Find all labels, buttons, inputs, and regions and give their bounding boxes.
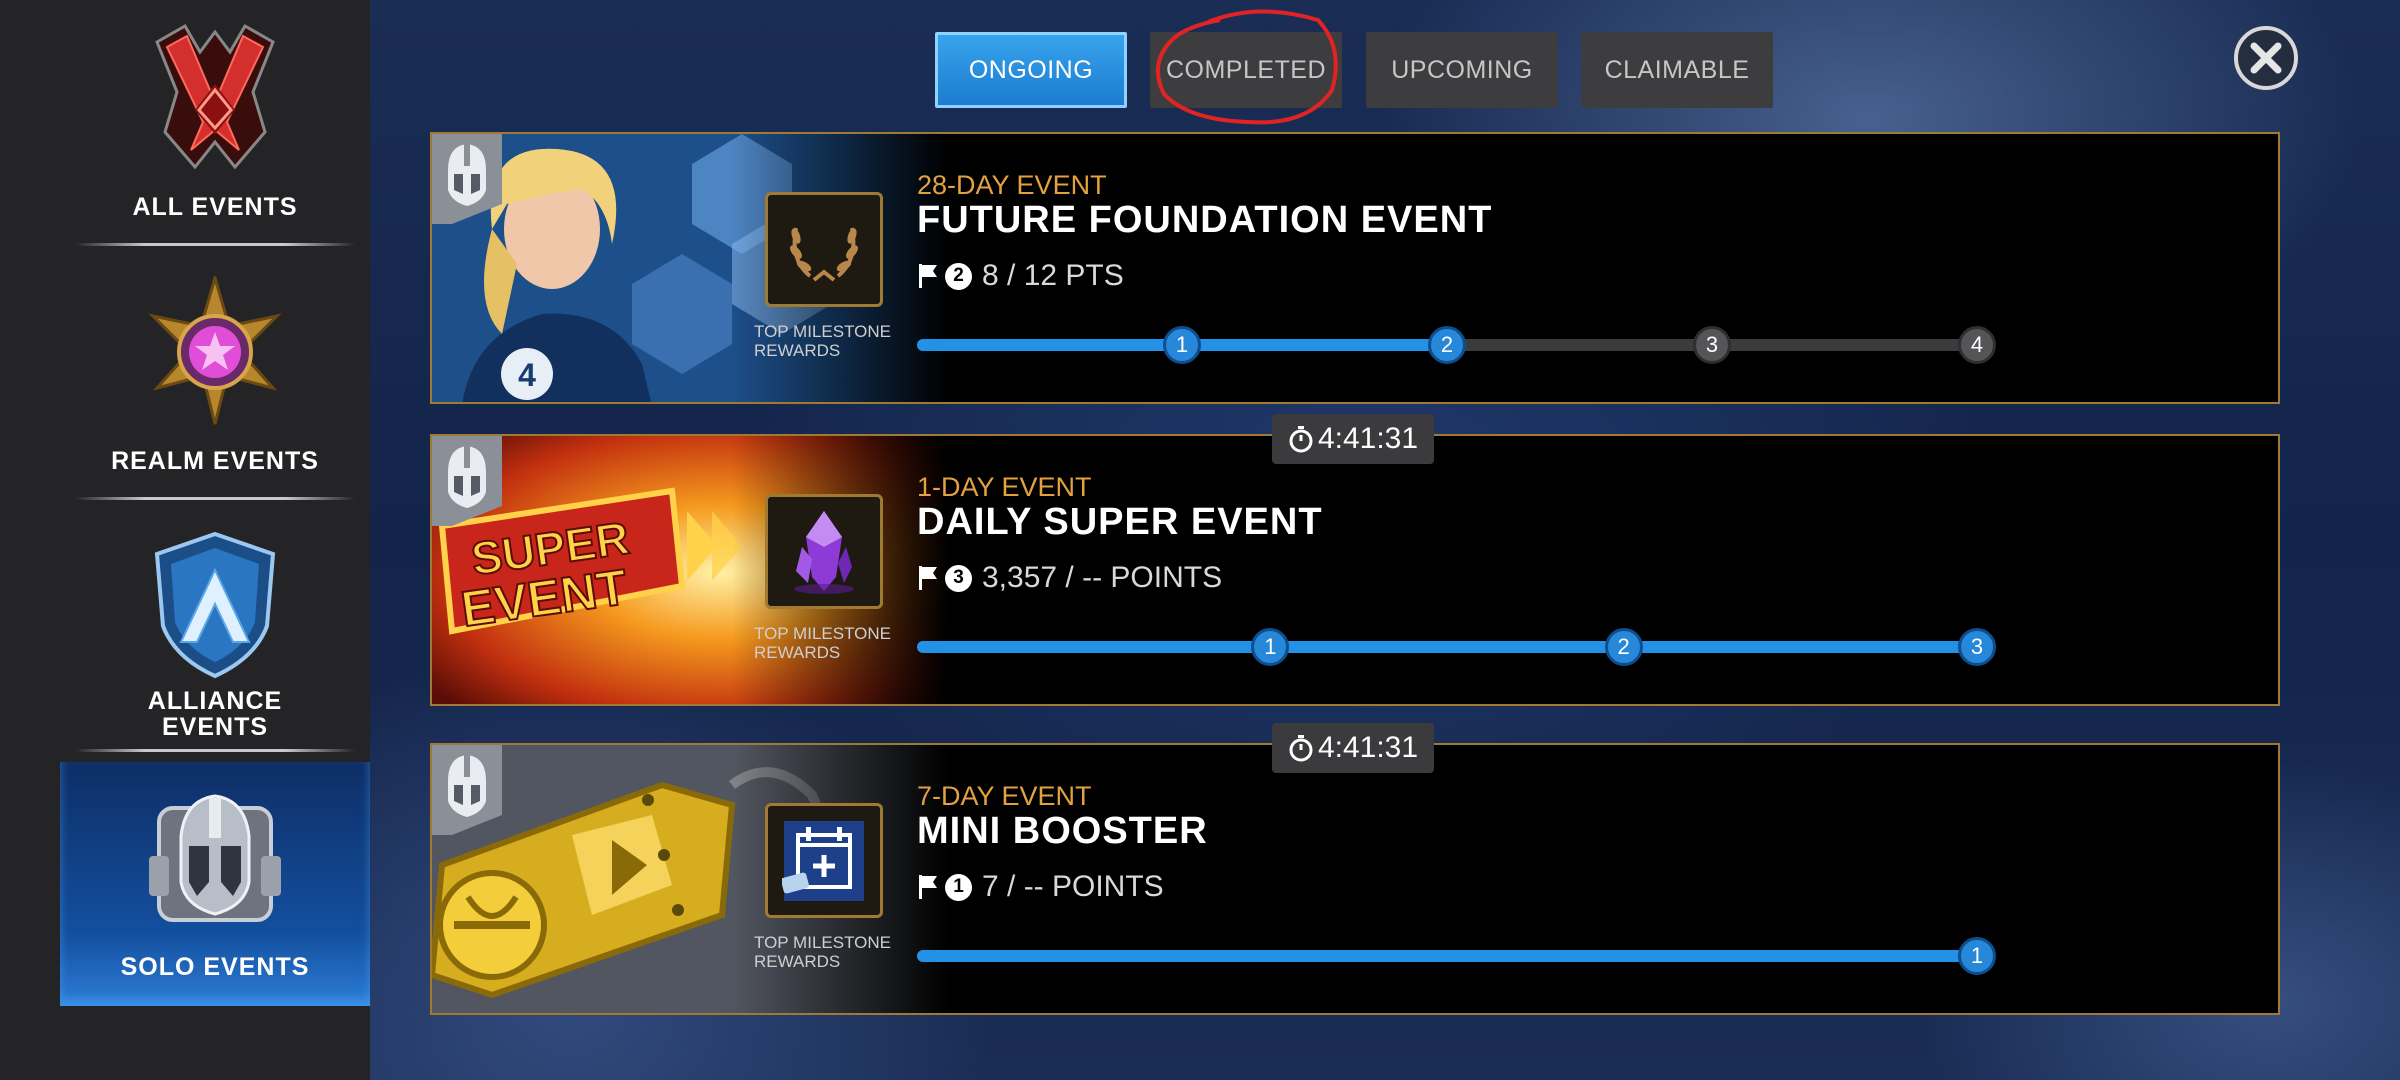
progress-bar-fill	[917, 641, 1977, 653]
sidebar-item-all-events[interactable]: ALL EVENTS	[60, 22, 370, 232]
reward-label-line1: TOP MILESTONE	[754, 933, 891, 952]
tab-claimable[interactable]: CLAIMABLE	[1581, 32, 1773, 108]
sidebar-item-label-line2: EVENTS	[161, 713, 269, 741]
all-events-emblem-icon	[155, 23, 275, 170]
solo-helmet-icon	[149, 794, 281, 922]
flag-icon	[919, 264, 937, 288]
laurel-wreath-icon	[790, 227, 858, 282]
sidebar-item-realm-events[interactable]: REALM EVENTS	[60, 276, 370, 486]
sidebar-divider	[75, 749, 355, 752]
points-text: 7 / -- POINTS	[982, 870, 1164, 903]
progress-bar-fill	[917, 950, 1977, 962]
milestone-track: 1 2 3	[917, 628, 1997, 666]
event-timer: 4:41:31	[1272, 414, 1434, 464]
calendar-booster-icon	[782, 820, 864, 901]
event-points: 3 3,357 / -- POINTS	[917, 558, 1222, 598]
event-points: 1 7 / -- POINTS	[917, 867, 1164, 907]
close-icon	[2250, 42, 2282, 74]
svg-text:4: 4	[518, 357, 536, 393]
milestone-marker[interactable]: 2	[1604, 628, 1643, 666]
flag-icon	[919, 875, 937, 899]
event-points: 2 8 / 12 PTS	[917, 256, 1124, 296]
milestone-marker[interactable]: 3	[1693, 326, 1731, 364]
tier-badge: 3	[945, 564, 972, 592]
sidebar-divider	[75, 243, 355, 246]
timer-text: 4:41:31	[1317, 731, 1419, 764]
solo-helmet-badge-icon	[432, 745, 502, 835]
tab-upcoming[interactable]: UPCOMING	[1366, 32, 1558, 108]
reward-icon-box[interactable]	[765, 494, 883, 609]
reward-icon-box[interactable]	[765, 803, 883, 918]
sidebar: ALL EVENTS REALM EVENTS ALLIANCE EVENTS	[0, 0, 370, 1080]
stopwatch-icon	[1289, 426, 1313, 453]
event-duration: 7-DAY EVENT	[917, 781, 1092, 811]
milestone-track: 1 2 3 4	[917, 326, 1997, 364]
reward-label-line2: REWARDS	[754, 643, 841, 662]
sidebar-item-label: ALL EVENTS	[132, 193, 298, 221]
tier-badge: 2	[945, 262, 972, 290]
milestone-marker[interactable]: 1	[1251, 628, 1290, 666]
realm-events-star-icon	[148, 276, 282, 425]
points-text: 8 / 12 PTS	[982, 259, 1124, 292]
top-milestone-rewards-label: TOP MILESTONE REWARDS	[754, 933, 914, 971]
top-milestone-rewards-label: TOP MILESTONE REWARDS	[754, 322, 914, 360]
top-milestone-rewards-label: TOP MILESTONE REWARDS	[754, 624, 914, 662]
milestone-marker[interactable]: 3	[1958, 628, 1996, 666]
sidebar-item-alliance-events[interactable]: ALLIANCE EVENTS	[60, 530, 370, 740]
stopwatch-icon	[1289, 735, 1313, 762]
event-title: FUTURE FOUNDATION EVENT	[917, 199, 1493, 241]
sidebar-item-label-line1: ALLIANCE	[147, 687, 283, 715]
event-duration: 1-DAY EVENT	[917, 472, 1092, 502]
sidebar-divider	[75, 497, 355, 500]
milestone-marker[interactable]: 4	[1958, 326, 1996, 364]
reward-label-line1: TOP MILESTONE	[754, 624, 891, 643]
event-timer: 4:41:31	[1272, 723, 1434, 773]
sidebar-item-solo-events[interactable]: SOLO EVENTS	[60, 762, 370, 1006]
timer-text: 4:41:31	[1317, 422, 1419, 455]
purple-crystal-icon	[794, 510, 854, 594]
event-duration: 28-DAY EVENT	[917, 170, 1107, 200]
event-card[interactable]: SUPER EVENT TOP MILESTONE REWARDS 1-DAY …	[430, 434, 2280, 706]
reward-label-line1: TOP MILESTONE	[754, 322, 891, 341]
sidebar-item-label: SOLO EVENTS	[120, 953, 310, 981]
tier-badge: 1	[945, 873, 972, 901]
solo-helmet-badge-icon	[432, 436, 502, 526]
annotation-red-circle	[1156, 9, 1338, 125]
solo-helmet-badge-icon	[432, 134, 502, 224]
sidebar-item-label: REALM EVENTS	[111, 447, 319, 475]
reward-icon-box[interactable]	[765, 192, 883, 307]
flag-icon	[919, 566, 937, 590]
event-card[interactable]: 4 TOP MILESTONE REWARDS 28-DAY EVENT FUT…	[430, 132, 2280, 404]
milestone-track: 1	[917, 937, 1997, 975]
milestone-marker[interactable]: 1	[1163, 326, 1201, 364]
milestone-marker[interactable]: 2	[1428, 326, 1466, 364]
alliance-shield-icon	[154, 531, 276, 679]
milestone-marker[interactable]: 1	[1958, 937, 1996, 975]
event-title: DAILY SUPER EVENT	[917, 501, 1323, 543]
reward-label-line2: REWARDS	[754, 952, 841, 971]
close-button[interactable]	[2234, 26, 2298, 90]
tab-ongoing[interactable]: ONGOING	[935, 32, 1127, 108]
event-title: MINI BOOSTER	[917, 810, 1208, 852]
reward-label-line2: REWARDS	[754, 341, 841, 360]
points-text: 3,357 / -- POINTS	[982, 561, 1223, 594]
event-card[interactable]: TOP MILESTONE REWARDS 7-DAY EVENT MINI B…	[430, 743, 2280, 1015]
